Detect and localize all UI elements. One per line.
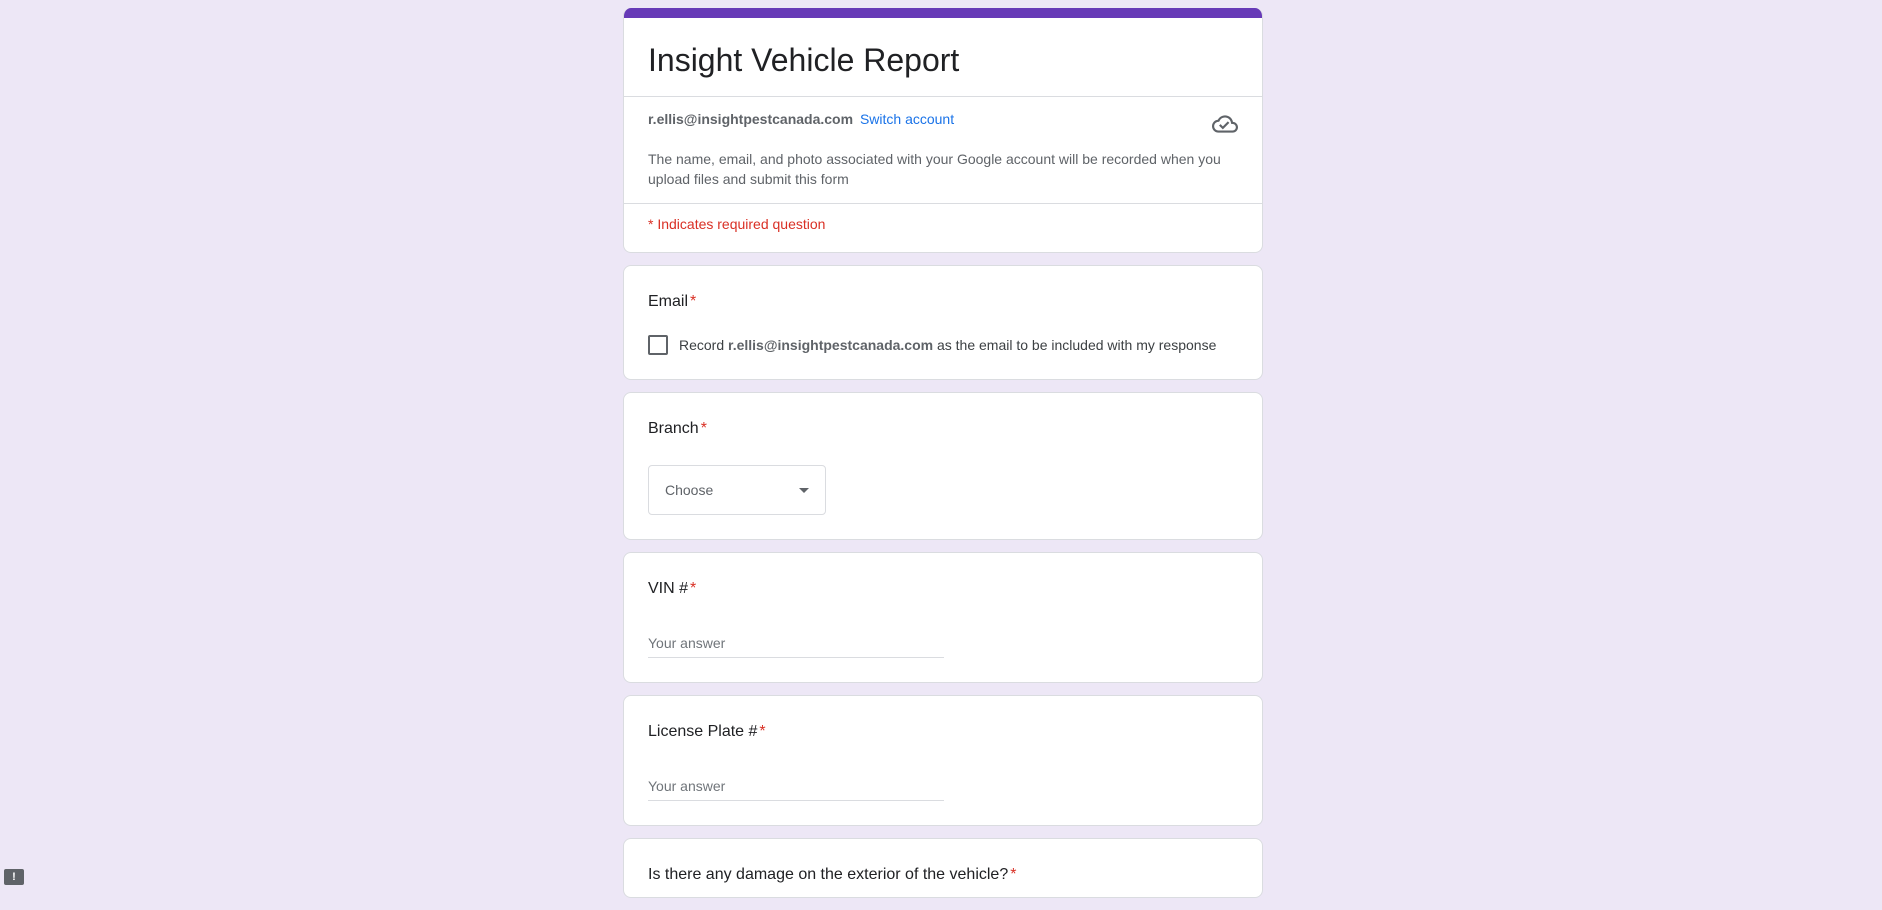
record-email-suffix: as the email to be included with my resp…	[936, 337, 1217, 353]
required-star: *	[759, 723, 766, 740]
question-title-text: Is there any damage on the exterior of t…	[648, 866, 1009, 883]
vin-input[interactable]	[648, 633, 944, 658]
required-star: *	[1010, 866, 1017, 883]
required-star: *	[690, 580, 697, 597]
required-star: *	[700, 420, 707, 437]
header-accent-bar	[624, 8, 1262, 18]
question-license-plate: License Plate # *	[623, 695, 1263, 826]
question-title: VIN # *	[648, 577, 1238, 601]
question-branch: Branch * Choose	[623, 392, 1263, 540]
dropdown-arrow-icon	[799, 487, 809, 493]
required-star: *	[690, 293, 697, 310]
account-line: r.ellis@insightpestcanada.com Switch acc…	[648, 109, 1238, 129]
branch-select[interactable]: Choose	[648, 465, 826, 515]
question-title-text: Branch	[648, 420, 699, 437]
record-email-address: r.ellis@insightpestcanada.com	[728, 337, 934, 353]
record-email-option[interactable]: Record r.ellis@insightpestcanada.com as …	[648, 335, 1238, 355]
form-title: Insight Vehicle Report	[648, 42, 960, 78]
record-email-label: Record r.ellis@insightpestcanada.com as …	[679, 337, 1216, 353]
question-title: Branch *	[648, 417, 1238, 441]
account-section: r.ellis@insightpestcanada.com Switch acc…	[624, 97, 1262, 203]
question-title: License Plate # *	[648, 720, 1238, 744]
record-email-checkbox[interactable]	[648, 335, 668, 355]
form-header-card: Insight Vehicle Report r.ellis@insightpe…	[623, 8, 1263, 253]
required-note: * Indicates required question	[648, 216, 826, 232]
question-title: Is there any damage on the exterior of t…	[648, 863, 1238, 887]
record-email-prefix: Record	[679, 337, 725, 353]
form-container: Insight Vehicle Report r.ellis@insightpe…	[623, 8, 1263, 910]
account-privacy-note: The name, email, and photo associated wi…	[648, 151, 1221, 187]
question-vin: VIN # *	[623, 552, 1263, 683]
question-title: Email *	[648, 290, 1238, 314]
question-title-text: License Plate #	[648, 723, 758, 740]
feedback-icon[interactable]: !	[4, 869, 24, 885]
cloud-check-icon	[1212, 115, 1238, 133]
question-email: Email * Record r.ellis@insightpestcanada.…	[623, 265, 1263, 380]
question-exterior-damage: Is there any damage on the exterior of t…	[623, 838, 1263, 898]
account-email: r.ellis@insightpestcanada.com	[648, 111, 854, 127]
question-title-text: Email	[648, 293, 689, 310]
license-plate-input[interactable]	[648, 776, 944, 801]
switch-account-link[interactable]: Switch account	[860, 111, 954, 127]
question-title-text: VIN #	[648, 580, 689, 597]
branch-select-value: Choose	[665, 482, 714, 498]
